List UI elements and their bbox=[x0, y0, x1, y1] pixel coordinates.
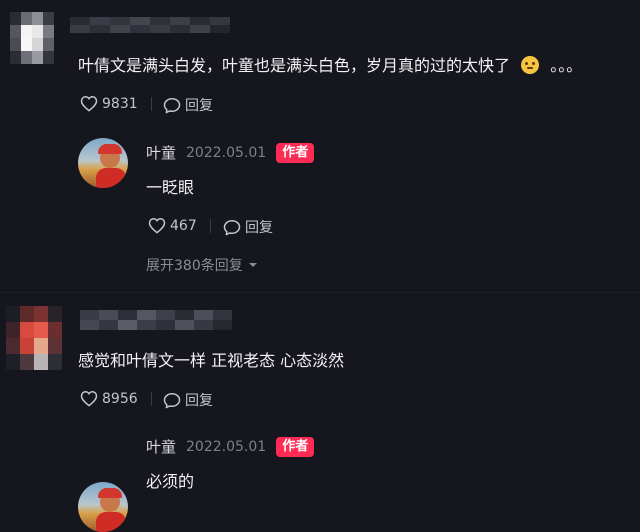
username-pixelated[interactable] bbox=[80, 310, 232, 330]
reply-like-button[interactable]: 467 bbox=[148, 217, 197, 234]
heart-icon bbox=[148, 217, 166, 234]
comment-text: 叶倩文是满头白发，叶童也是满头白色，岁月真的过的太快了 。。。 bbox=[78, 52, 582, 76]
like-count: 9831 bbox=[102, 95, 138, 112]
reply-text: 必须的 bbox=[146, 472, 195, 491]
reply-username[interactable]: 叶童 bbox=[146, 142, 176, 163]
username-pixelated[interactable] bbox=[70, 17, 230, 33]
reply-username[interactable]: 叶童 bbox=[146, 436, 176, 457]
comment-text: 感觉和叶倩文一样 正视老态 心态淡然 bbox=[78, 351, 345, 370]
reply-button[interactable]: 回复 bbox=[163, 95, 213, 115]
expand-replies-label: 展开380条回复 bbox=[146, 258, 243, 274]
comment-1: 叶倩文是满头白发，叶童也是满头白色，岁月真的过的太快了 。。。 9831 回复 … bbox=[0, 0, 640, 274]
like-count: 467 bbox=[170, 217, 197, 234]
reply-label: 回复 bbox=[185, 98, 213, 114]
action-separator bbox=[210, 219, 211, 233]
reply-date: 2022.05.01 bbox=[186, 144, 267, 161]
avatar-pixelated[interactable] bbox=[6, 306, 62, 370]
comment-divider bbox=[0, 292, 640, 293]
action-separator bbox=[151, 392, 152, 406]
reply-reply-button[interactable]: 回复 bbox=[223, 217, 273, 237]
reply-header: 叶童 2022.05.01 作者 bbox=[146, 436, 315, 457]
comment-bubble-icon bbox=[163, 392, 181, 408]
reply-header: 叶童 2022.05.01 作者 bbox=[146, 142, 315, 163]
avatar[interactable] bbox=[78, 482, 128, 532]
avatar[interactable] bbox=[78, 138, 128, 188]
emoji-icon bbox=[521, 56, 540, 74]
author-badge: 作者 bbox=[276, 436, 315, 457]
reply-label: 回复 bbox=[245, 220, 273, 236]
heart-icon bbox=[80, 390, 98, 407]
reply-date: 2022.05.01 bbox=[186, 438, 267, 455]
reply-label: 回复 bbox=[185, 393, 213, 409]
reply-text: 一眨眼 bbox=[146, 178, 195, 197]
comment-trailing-dots: 。。。 bbox=[550, 56, 583, 75]
avatar-pixelated[interactable] bbox=[10, 12, 54, 64]
heart-icon bbox=[80, 95, 98, 112]
comment-bubble-icon bbox=[223, 219, 241, 235]
like-count: 8956 bbox=[102, 390, 138, 407]
comment-bubble-icon bbox=[163, 97, 181, 113]
comment-text-body: 叶倩文是满头白发，叶童也是满头白色，岁月真的过的太快了 bbox=[78, 56, 511, 75]
author-badge: 作者 bbox=[276, 142, 315, 163]
caret-down-icon bbox=[248, 263, 257, 267]
action-separator bbox=[151, 97, 152, 111]
expand-replies-button[interactable]: 展开380条回复 bbox=[146, 255, 258, 275]
like-button[interactable]: 8956 bbox=[80, 390, 138, 407]
reply-button[interactable]: 回复 bbox=[163, 390, 213, 410]
like-button[interactable]: 9831 bbox=[80, 95, 138, 112]
